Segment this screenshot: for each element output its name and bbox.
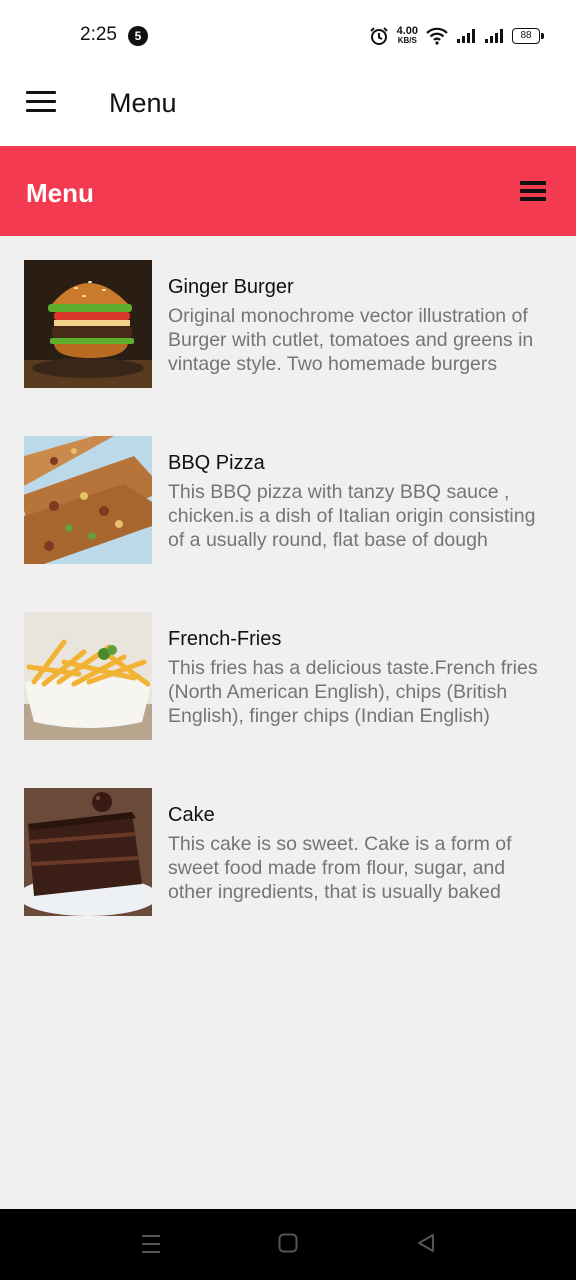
battery-icon: 88	[512, 28, 544, 44]
app-bar: Menu	[0, 70, 576, 146]
app-bar-title: Menu	[109, 88, 177, 118]
list-item[interactable]: French-Fries This fries has a delicious …	[24, 612, 552, 740]
item-description: This fries has a delicious taste.French …	[168, 657, 538, 727]
item-title: Cake	[168, 804, 215, 826]
hamburger-menu-icon[interactable]	[26, 91, 56, 113]
item-title: French-Fries	[168, 628, 282, 650]
item-title: Ginger Burger	[168, 276, 294, 298]
menu-header-title: Menu	[26, 178, 94, 208]
net-speed: 4.00 KB/S	[396, 25, 418, 46]
fries-image	[24, 612, 152, 740]
status-time: 2:25	[80, 24, 117, 45]
menu-header: Menu	[0, 146, 576, 236]
home-icon[interactable]	[278, 1233, 298, 1253]
item-description: Original monochrome vector illustration …	[168, 305, 534, 375]
item-description: This BBQ pizza with tanzy BBQ sauce , ch…	[168, 481, 536, 551]
wifi-icon	[426, 27, 448, 45]
cake-image	[24, 788, 152, 916]
menu-icon[interactable]	[520, 181, 546, 201]
item-description: This cake is so sweet. Cake is a form of…	[168, 833, 512, 903]
signal-icon	[485, 29, 503, 43]
list-item[interactable]: Ginger Burger Original monochrome vector…	[24, 260, 552, 388]
status-icons: 4.00 KB/S 88	[369, 22, 544, 50]
status-bar: 2:25 5 4.00 KB/S 88	[0, 0, 576, 70]
pizza-image	[24, 436, 152, 564]
back-icon[interactable]	[416, 1233, 436, 1253]
signal-icon	[457, 29, 475, 43]
alarm-icon	[369, 27, 388, 45]
item-title: BBQ Pizza	[168, 452, 265, 474]
list-item[interactable]: Cake This cake is so sweet. Cake is a fo…	[24, 788, 552, 916]
navigation-bar	[0, 1209, 576, 1280]
recents-icon[interactable]	[141, 1233, 161, 1255]
list-item[interactable]: BBQ Pizza This BBQ pizza with tanzy BBQ …	[24, 436, 552, 564]
notification-badge: 5	[128, 26, 148, 46]
burger-image	[24, 260, 152, 388]
